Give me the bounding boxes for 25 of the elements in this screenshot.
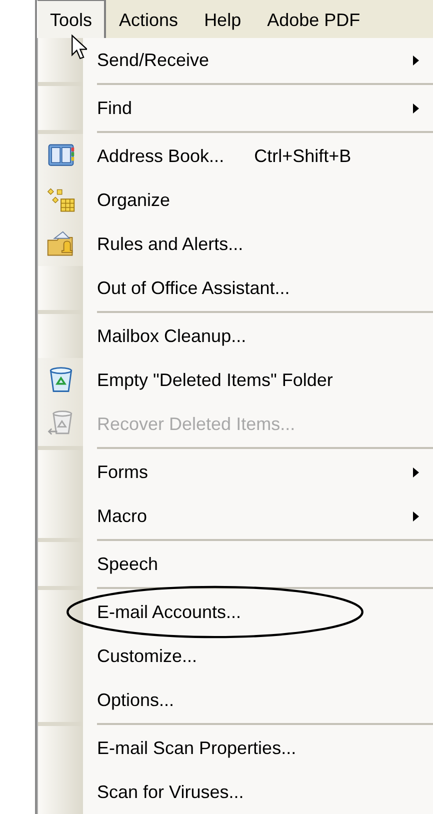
menu-item[interactable]: Macro <box>38 494 433 538</box>
menu-item[interactable]: Address Book... Ctrl+Shift+B <box>38 134 433 178</box>
menu-item[interactable]: Mailbox Cleanup... <box>38 314 433 358</box>
menu-item[interactable]: E-mail Accounts... <box>38 590 433 634</box>
menu-bar-item[interactable]: Adobe PDF <box>254 0 374 38</box>
menu-item[interactable]: E-mail Scan Properties... <box>38 726 433 770</box>
menu-item[interactable]: Options... <box>38 678 433 722</box>
menu-item[interactable]: Rules and Alerts... <box>38 222 433 266</box>
submenu-arrow-icon <box>413 466 419 478</box>
submenu-arrow-icon <box>413 102 419 114</box>
shortcut-text: Ctrl+Shift+B <box>254 146 352 166</box>
menu-bar-item[interactable]: Tools <box>37 0 106 38</box>
menu-item[interactable]: Send/Receive <box>38 38 433 82</box>
menu-item[interactable]: Empty "Deleted Items" Folder <box>38 358 433 402</box>
menu-item[interactable]: Organize <box>38 178 433 222</box>
menu-bar-item[interactable]: Actions <box>106 0 192 38</box>
menu-item[interactable]: Scan for Viruses... <box>38 770 433 814</box>
menu-item[interactable]: Out of Office Assistant... <box>38 266 433 310</box>
menu-item[interactable]: Customize... <box>38 634 433 678</box>
menu-item[interactable]: Forms <box>38 450 433 494</box>
menu-item[interactable]: Find <box>38 86 433 130</box>
menu-bar-item[interactable]: Help <box>191 0 254 38</box>
submenu-arrow-icon <box>413 54 419 66</box>
submenu-arrow-icon <box>413 510 419 522</box>
menu-item[interactable]: Speech <box>38 542 433 586</box>
